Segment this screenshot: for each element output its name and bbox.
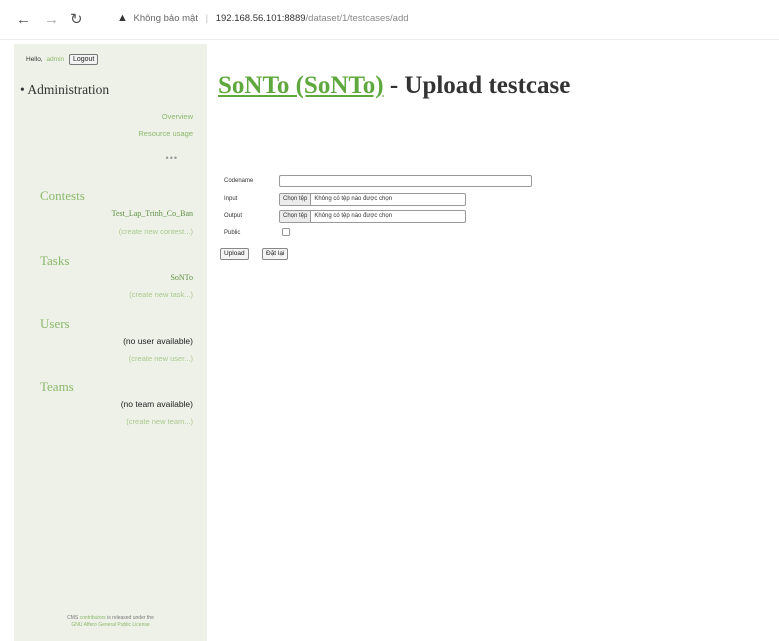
task-title-link[interactable]: SoNTo (SoNTo) — [218, 72, 384, 99]
contributors-link[interactable]: contributors — [80, 615, 106, 621]
contests-heading[interactable]: Contests — [40, 188, 85, 204]
page-title: SoNTo (SoNTo) - Upload testcase — [218, 72, 570, 100]
upload-button[interactable]: Upload — [220, 248, 249, 260]
output-label: Output — [224, 213, 243, 219]
warning-icon: ▲ — [117, 12, 128, 24]
no-user-text: (no user available) — [123, 336, 193, 346]
forward-arrow-icon[interactable]: → — [44, 11, 59, 29]
task-item[interactable]: SoNTo — [170, 273, 193, 282]
reload-icon[interactable]: ↻ — [70, 11, 83, 29]
main-content: SoNTo (SoNTo) - Upload testcase Codename… — [218, 44, 779, 641]
output-file-status: Không có tệp nào được chọn — [314, 213, 393, 219]
public-label: Public — [224, 230, 241, 236]
public-checkbox[interactable] — [282, 228, 290, 236]
no-team-text: (no team available) — [120, 399, 193, 409]
username-link[interactable]: admin — [46, 56, 64, 63]
url-host: 192.168.56.101:8889 — [215, 13, 306, 24]
footer-cms-text: CMS — [67, 615, 79, 621]
create-contest-link[interactable]: (create new contest...) — [119, 227, 193, 236]
title-suffix: - Upload testcase — [383, 72, 571, 99]
reset-button[interactable]: Đặt lại — [262, 248, 289, 260]
teams-heading[interactable]: Teams — [40, 379, 74, 395]
license-link[interactable]: GNU Affero General Public License — [14, 622, 207, 629]
back-arrow-icon[interactable]: ← — [16, 11, 31, 29]
administration-heading[interactable]: • Administration — [20, 82, 109, 98]
greeting-text: Hello, — [26, 56, 43, 64]
contest-item[interactable]: Test_Lap_Trinh_Co_Ban — [112, 209, 193, 218]
overview-link[interactable]: Overview — [162, 112, 193, 121]
sidebar-footer: CMS contributors is released under the G… — [14, 615, 207, 629]
security-status: Không bảo mật — [133, 13, 198, 24]
url-path: /dataset/1/testcases/add — [305, 13, 409, 24]
create-task-link[interactable]: (create new task...) — [129, 290, 193, 299]
create-team-link[interactable]: (create new team...) — [126, 417, 193, 426]
input-choose-file-button[interactable]: Chọn tệp — [280, 194, 312, 205]
admin-more-icon[interactable]: ••• — [166, 153, 178, 163]
output-choose-file-button[interactable]: Chọn tệp — [280, 211, 312, 222]
codename-input[interactable] — [279, 175, 532, 187]
browser-toolbar: ← → ↻ ▲ Không bảo mật | 192.168.56.101:8… — [0, 0, 779, 40]
output-file-picker[interactable]: Chọn tệp Không có tệp nào được chọn — [279, 210, 466, 223]
sidebar: Hello, admin Logout • Administration Ove… — [14, 44, 207, 641]
input-file-status: Không có tệp nào được chọn — [314, 196, 393, 202]
input-file-picker[interactable]: Chọn tệp Không có tệp nào được chọn — [279, 193, 466, 206]
input-label: Input — [224, 196, 238, 202]
codename-label: Codename — [224, 178, 254, 184]
footer-release-text: is released under the — [107, 615, 154, 621]
resource-usage-link[interactable]: Resource usage — [138, 129, 193, 138]
users-heading[interactable]: Users — [40, 316, 70, 332]
tasks-heading[interactable]: Tasks — [40, 253, 69, 269]
create-user-link[interactable]: (create new user...) — [129, 354, 193, 363]
user-greeting: Hello, admin Logout — [26, 54, 99, 65]
address-bar[interactable]: ▲ Không bảo mật | 192.168.56.101:8889/da… — [117, 12, 409, 24]
url-separator: | — [205, 13, 209, 24]
logout-button[interactable]: Logout — [68, 54, 99, 65]
